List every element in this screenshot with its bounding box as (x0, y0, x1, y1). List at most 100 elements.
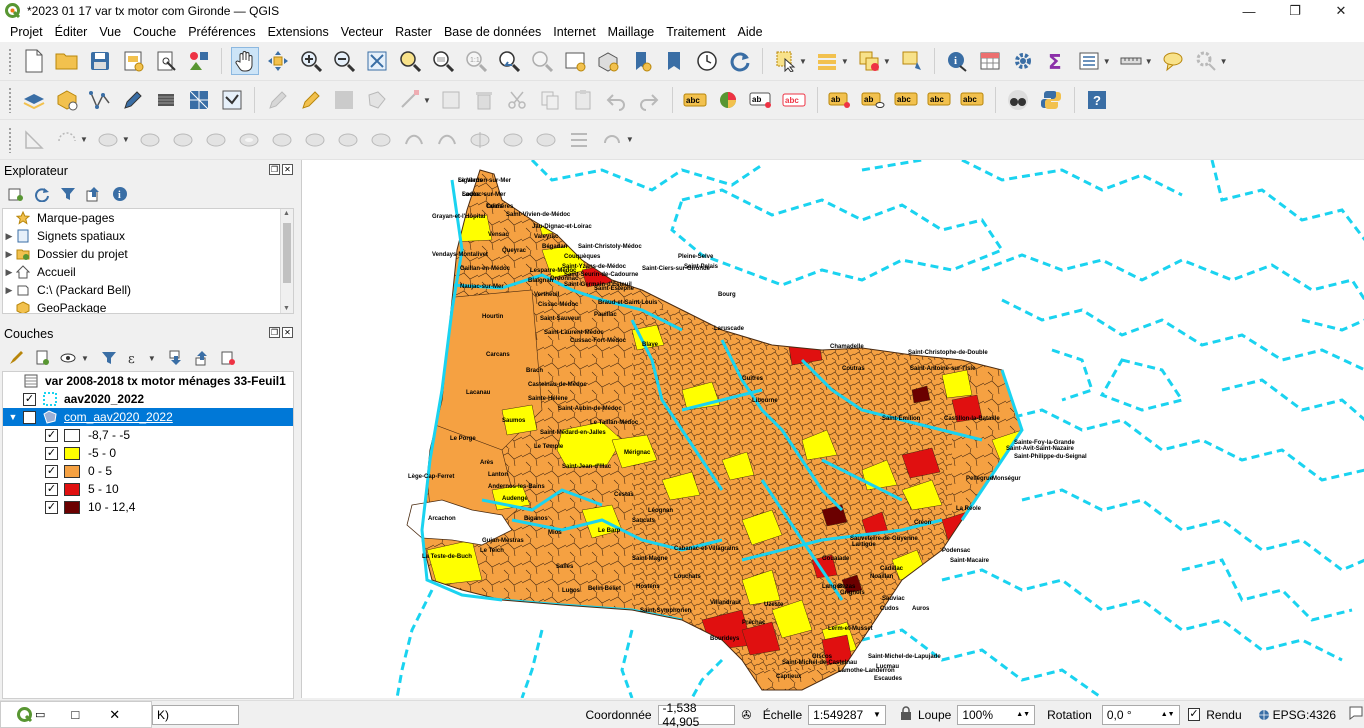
change-label-button[interactable]: abc (958, 86, 986, 114)
collapse-all-icon[interactable] (84, 184, 104, 204)
split-features-button[interactable] (466, 126, 494, 154)
crs-button[interactable]: EPSG:4326 (1258, 708, 1336, 722)
chevron-down-icon[interactable]: ▼ (1103, 57, 1111, 66)
open-field-calculator-button[interactable] (1075, 47, 1103, 75)
close-icon[interactable]: ✕ (109, 707, 120, 723)
reshape-features-button[interactable] (400, 126, 428, 154)
map-tips-button[interactable] (1159, 47, 1187, 75)
menu-extensions[interactable]: Extensions (262, 25, 335, 39)
menu-couche[interactable]: Couche (127, 25, 182, 39)
chevron-down-icon[interactable]: ▼ (81, 354, 89, 363)
float-panel-icon[interactable]: ❐ (269, 327, 280, 338)
maximize-icon[interactable]: □ (71, 707, 79, 722)
add-group-icon[interactable] (32, 348, 52, 368)
locate-button[interactable] (1192, 47, 1220, 75)
add-vector-layer-button[interactable] (86, 86, 114, 114)
chevron-down-icon[interactable]: ▼ (883, 57, 891, 66)
redo-button[interactable] (635, 86, 663, 114)
zoom-full-button[interactable] (363, 47, 391, 75)
refresh-button[interactable] (726, 47, 754, 75)
statistical-summary-button[interactable]: Σ (1042, 47, 1070, 75)
legend-checkbox[interactable]: ✓ (45, 446, 58, 460)
chevron-right-icon[interactable]: ▶ (3, 231, 15, 242)
remove-layer-icon[interactable] (218, 348, 238, 368)
rotate-point-symbols-button[interactable] (598, 126, 626, 154)
new-print-layout-button[interactable] (119, 47, 147, 75)
save-edits-button[interactable] (330, 86, 358, 114)
eye-icon[interactable] (58, 348, 78, 368)
merge-features-button[interactable] (532, 126, 560, 154)
zoom-native-button[interactable]: 1:1 (462, 47, 490, 75)
scroll-up-icon[interactable]: ▲ (283, 210, 290, 217)
browser-tree[interactable]: Marque-pages ▶ Signets spatiaux ▶ Dossie… (2, 208, 294, 314)
restore-icon[interactable]: ▭ (35, 708, 45, 721)
scroll-thumb[interactable] (283, 223, 291, 283)
delete-selected-button[interactable] (470, 86, 498, 114)
open-project-button[interactable] (53, 47, 81, 75)
add-delimited-text-button[interactable] (119, 86, 147, 114)
undo-button[interactable] (602, 86, 630, 114)
menu-vue[interactable]: Vue (93, 25, 127, 39)
legend-class-2[interactable]: ✓ -5 - 0 (3, 444, 293, 462)
scale-select[interactable]: 1:549287 ▼ (808, 704, 886, 725)
save-project-button[interactable] (86, 47, 114, 75)
temporal-controller-button[interactable] (693, 47, 721, 75)
expand-all-icon[interactable] (166, 348, 186, 368)
cut-features-button[interactable] (503, 86, 531, 114)
add-circle-button[interactable] (53, 126, 81, 154)
legend-checkbox[interactable]: ✓ (45, 464, 58, 478)
zoom-in-button[interactable] (297, 47, 325, 75)
messages-icon[interactable] (1348, 705, 1364, 724)
menu-raster[interactable]: Raster (389, 25, 438, 39)
map-canvas[interactable]: Le Verdon-sur-Mer Soulac-sur-Mer Talais Gra… (301, 160, 1364, 698)
processing-toolbox-button[interactable] (1009, 47, 1037, 75)
plugin-icon-button[interactable] (1004, 86, 1032, 114)
locator-search-input[interactable]: K) (152, 704, 240, 725)
data-source-manager-button[interactable] (20, 86, 48, 114)
help-button[interactable]: ? (1083, 86, 1111, 114)
legend-checkbox[interactable]: ✓ (45, 428, 58, 442)
measure-button[interactable] (1117, 47, 1145, 75)
highlight-pinned-labels-button[interactable]: ab (747, 86, 775, 114)
new-project-button[interactable] (20, 47, 48, 75)
chevron-down-icon[interactable]: ▼ (7, 412, 19, 422)
layer-item-table[interactable]: var 2008-2018 tx motor ménages 33-Feuil1 (3, 372, 293, 390)
browser-item-drive-c[interactable]: ▶ C:\ (Packard Bell) (3, 281, 293, 299)
add-feature-button[interactable] (363, 86, 391, 114)
pin-labels-button[interactable]: ab (826, 86, 854, 114)
show-hide-labels-button[interactable]: ab (859, 86, 887, 114)
pan-map-button[interactable] (230, 47, 259, 75)
menu-internet[interactable]: Internet (547, 25, 601, 39)
add-ring-button[interactable] (235, 126, 263, 154)
collapse-all-icon[interactable] (192, 348, 212, 368)
mouse-pointer-icon[interactable]: ✇ (741, 708, 758, 722)
simplify-feature-button[interactable] (202, 126, 230, 154)
select-by-location-button[interactable] (897, 47, 925, 75)
browser-item-favorites[interactable]: Marque-pages (3, 209, 293, 227)
menu-editer[interactable]: Éditer (49, 25, 94, 39)
show-unplaced-labels-button[interactable]: abc (780, 86, 808, 114)
browser-item-home[interactable]: ▶ Accueil (3, 263, 293, 281)
legend-class-5[interactable]: ✓ 10 - 12,4 (3, 498, 293, 516)
paste-features-button[interactable] (569, 86, 597, 114)
menu-vecteur[interactable]: Vecteur (335, 25, 389, 39)
rotate-feature-button[interactable] (169, 126, 197, 154)
add-part-button[interactable] (268, 126, 296, 154)
layout-manager-button[interactable] (152, 47, 180, 75)
chevron-down-icon[interactable]: ▼ (626, 135, 634, 144)
browser-item-geopackage[interactable]: GeoPackage (3, 299, 293, 313)
identify-features-button[interactable]: i (943, 47, 971, 75)
menu-maillage[interactable]: Maillage (602, 25, 661, 39)
move-feature-button[interactable] (136, 126, 164, 154)
zoom-to-selection-button[interactable] (396, 47, 424, 75)
split-parts-button[interactable] (499, 126, 527, 154)
legend-checkbox[interactable]: ✓ (45, 482, 58, 496)
python-console-button[interactable] (1037, 86, 1065, 114)
filter-icon[interactable] (58, 184, 78, 204)
scroll-down-icon[interactable]: ▼ (283, 305, 290, 312)
legend-checkbox[interactable]: ✓ (45, 500, 58, 514)
layer-item-com-aav2020[interactable]: ▼ ✓ com_aav2020_2022 (3, 408, 293, 426)
add-raster-layer-button[interactable] (152, 86, 180, 114)
magnifier-spinbox[interactable]: 100% ▲▼ (957, 704, 1036, 725)
expression-filter-icon[interactable]: ε (125, 348, 145, 368)
